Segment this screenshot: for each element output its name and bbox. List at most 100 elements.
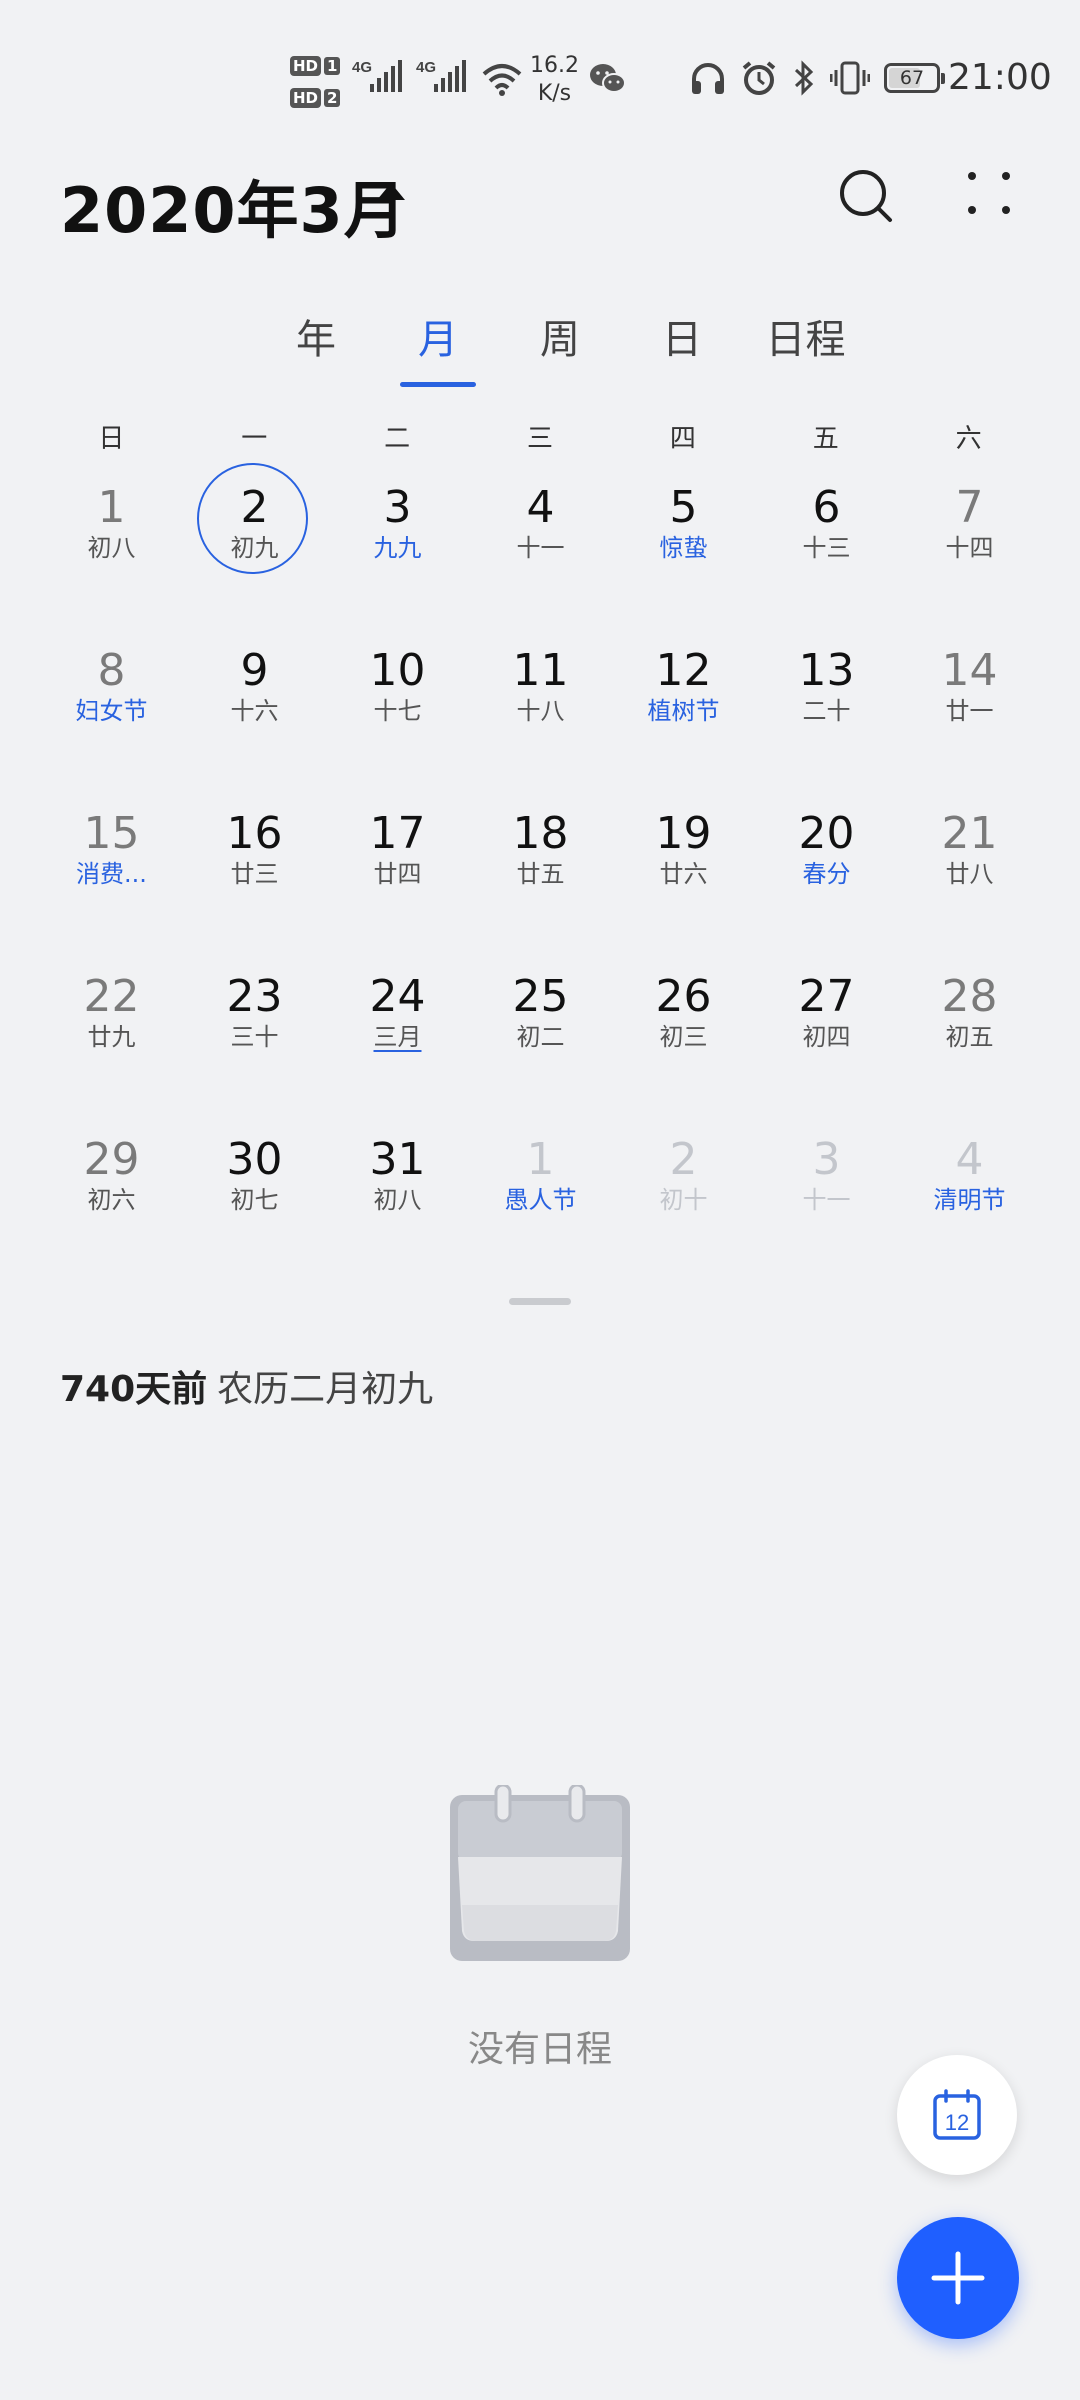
day-number: 28 (941, 971, 998, 1022)
day-cell[interactable]: 24 三月 (326, 959, 469, 1122)
day-cell[interactable]: 4 清明节 (898, 1122, 1041, 1285)
bluetooth-icon (794, 60, 814, 96)
day-cell[interactable]: 28 初五 (898, 959, 1041, 1122)
lunar-label: 初七 (230, 1186, 279, 1214)
sim-1-label: 1 (324, 57, 341, 75)
lunar-label: 十八 (516, 697, 565, 725)
day-cell[interactable]: 15 消费... (40, 796, 183, 959)
selected-date-info: 740天前 农历二月初九 (60, 1360, 433, 1412)
day-number: 15 (83, 808, 140, 859)
day-cell[interactable]: 7 十四 (898, 470, 1041, 633)
day-cell[interactable]: 30 初七 (183, 1122, 326, 1285)
lunar-label: 廿四 (373, 860, 422, 888)
day-cell[interactable]: 13 二十 (755, 633, 898, 796)
day-number: 4 (526, 482, 555, 533)
day-number: 30 (226, 1134, 283, 1185)
day-number: 18 (512, 808, 569, 859)
headphones-icon (692, 63, 724, 94)
day-cell[interactable]: 22 廿九 (40, 959, 183, 1122)
day-cell[interactable]: 11 十八 (469, 633, 612, 796)
search-icon (840, 170, 892, 222)
day-cell[interactable]: 29 初六 (40, 1122, 183, 1285)
day-cell[interactable]: 9 十六 (183, 633, 326, 796)
calendar-today-icon: 12 (933, 2089, 981, 2140)
lunar-label: 初六 (87, 1186, 136, 1214)
day-cell[interactable]: 16 廿三 (183, 796, 326, 959)
lunar-label: 初五 (945, 1023, 994, 1051)
day-cell[interactable]: 26 初三 (612, 959, 755, 1122)
day-cell[interactable]: 21 廿八 (898, 796, 1041, 959)
day-cell[interactable]: 8 妇女节 (40, 633, 183, 796)
day-number: 29 (83, 1134, 140, 1185)
day-number: 1 (97, 482, 126, 533)
network-type-2: 4G (416, 59, 436, 76)
month-grid: 1 初八 2 初九 3 九九 4 十一 5 惊蛰 6 十三 7 十四 8 妇女节 9 十六 10 十七 11 十八 12 植树… (40, 463, 1041, 1285)
lunar-label: 十四 (945, 534, 994, 562)
empty-state-text: 没有日程 (467, 2029, 612, 2070)
day-cell[interactable]: 18 廿五 (469, 796, 612, 959)
lunar-label: 廿三 (230, 860, 279, 888)
day-cell[interactable]: 20 春分 (755, 796, 898, 959)
day-number: 27 (798, 971, 855, 1022)
lunar-label: 初八 (373, 1186, 422, 1214)
day-cell[interactable]: 3 十一 (755, 1122, 898, 1285)
month-title[interactable]: 2020年3月 (60, 160, 407, 250)
tab-week[interactable]: 周 (499, 305, 621, 375)
day-cell[interactable]: 3 九九 (326, 470, 469, 633)
day-cell[interactable]: 2 初十 (612, 1122, 755, 1285)
more-button[interactable] (955, 162, 1025, 232)
day-cell[interactable]: 6 十三 (755, 470, 898, 633)
day-cell[interactable]: 27 初四 (755, 959, 898, 1122)
day-number: 9 (240, 645, 269, 696)
lunar-label: 廿八 (945, 860, 994, 888)
lunar-label: 清明节 (933, 1186, 1006, 1214)
lunar-label: 十六 (230, 697, 279, 725)
day-cell[interactable]: 1 愚人节 (469, 1122, 612, 1285)
vibrate-icon (830, 61, 870, 95)
day-cell[interactable]: 4 十一 (469, 470, 612, 633)
day-cell[interactable]: 5 惊蛰 (612, 470, 755, 633)
triangle-up-icon[interactable] (377, 183, 405, 200)
day-number: 8 (97, 645, 126, 696)
add-event-button[interactable] (897, 2217, 1019, 2339)
day-number: 5 (669, 482, 698, 533)
day-number: 19 (655, 808, 712, 859)
day-cell[interactable]: 10 十七 (326, 633, 469, 796)
lunar-label: 廿五 (516, 860, 565, 888)
today-button[interactable]: 12 (897, 2055, 1017, 2175)
day-number: 12 (655, 645, 712, 696)
tab-day[interactable]: 日 (621, 305, 743, 375)
day-cell[interactable]: 31 初八 (326, 1122, 469, 1285)
wifi-icon (482, 64, 522, 96)
tab-agenda[interactable]: 日程 (743, 305, 868, 375)
day-cell[interactable]: 19 廿六 (612, 796, 755, 959)
day-cell[interactable]: 12 植树节 (612, 633, 755, 796)
lunar-label: 三十 (230, 1023, 279, 1051)
day-number: 3 (812, 1134, 841, 1185)
day-cell[interactable]: 14 廿一 (898, 633, 1041, 796)
day-number: 21 (941, 808, 998, 859)
day-number: 10 (369, 645, 426, 696)
wechat-icon (590, 64, 626, 93)
weekday-label: 四 (669, 424, 696, 454)
tab-year[interactable]: 年 (255, 305, 377, 375)
drag-handle[interactable] (509, 1298, 571, 1305)
hd-badge-1: HD (290, 56, 322, 76)
day-cell-selected[interactable]: 2 初九 (183, 463, 326, 633)
lunar-label: 惊蛰 (659, 534, 708, 562)
day-cell[interactable]: 1 初八 (40, 470, 183, 633)
search-button[interactable] (832, 162, 902, 232)
lunar-date: 农历二月初九 (217, 1369, 434, 1410)
day-cell[interactable]: 25 初二 (469, 959, 612, 1122)
plus-icon (931, 2251, 985, 2305)
lunar-label: 愚人节 (504, 1186, 577, 1214)
sim-indicators: HD 1 HD 2 (290, 50, 342, 114)
day-cell[interactable]: 17 廿四 (326, 796, 469, 959)
lunar-label: 消费... (76, 860, 147, 888)
day-cell[interactable]: 23 三十 (183, 959, 326, 1122)
day-number: 2 (240, 482, 269, 533)
calendar-empty-icon (450, 1785, 630, 1961)
day-number: 2 (669, 1134, 698, 1185)
day-number: 22 (83, 971, 140, 1022)
tab-month[interactable]: 月 (377, 305, 499, 387)
